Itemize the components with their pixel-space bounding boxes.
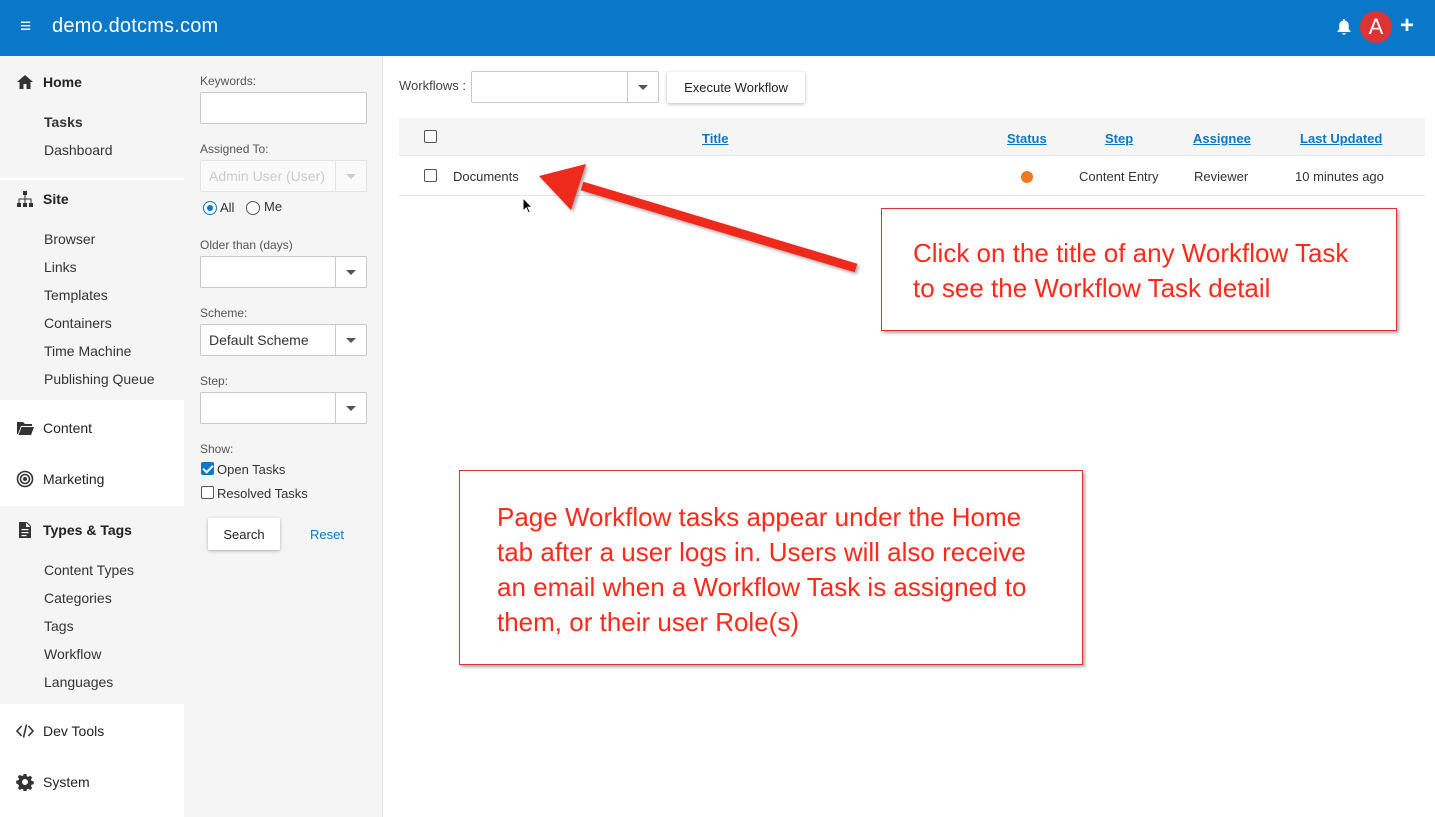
sidebar: Home Tasks Dashboard Site Browser Links … [0, 56, 184, 817]
sidebar-item-site[interactable]: Site [16, 187, 69, 211]
select-all-checkbox[interactable] [424, 130, 437, 143]
sidebar-item-types-tags[interactable]: Types & Tags [16, 518, 132, 542]
table-row[interactable]: Documents Content Entry Reviewer 10 minu… [399, 157, 1425, 196]
radio-all[interactable] [203, 201, 217, 215]
execute-workflow-button[interactable]: Execute Workflow [667, 72, 805, 103]
status-dot [1021, 171, 1033, 183]
workflows-select[interactable] [471, 71, 659, 103]
keywords-label: Keywords: [200, 74, 257, 88]
sidebar-item-label: Home [43, 74, 82, 90]
filter-panel: Keywords: Assigned To: Admin User (User)… [184, 56, 383, 817]
sidebar-item-containers[interactable]: Containers [44, 315, 112, 331]
sidebar-item-dashboard[interactable]: Dashboard [44, 142, 113, 158]
older-than-select[interactable] [200, 256, 367, 288]
task-title[interactable]: Documents [453, 169, 519, 184]
code-icon [16, 724, 34, 738]
chevron-down-icon [335, 393, 366, 423]
gear-icon [16, 774, 34, 791]
chevron-down-icon [335, 325, 366, 355]
resolved-tasks-checkbox[interactable] [201, 486, 214, 499]
radio-me[interactable] [246, 201, 260, 215]
chevron-down-icon [627, 72, 658, 102]
scheme-select[interactable]: Default Scheme [200, 324, 367, 356]
sidebar-item-workflow[interactable]: Workflow [44, 646, 101, 662]
sidebar-item-home[interactable]: Home [16, 70, 82, 94]
callout-home-tab-note: Page Workflow tasks appear under the Hom… [459, 470, 1083, 665]
sidebar-item-label: Content [43, 420, 93, 436]
sidebar-item-categories[interactable]: Categories [44, 590, 112, 606]
scheme-label: Scheme: [200, 306, 248, 320]
sidebar-item-label: Site [43, 191, 69, 207]
search-button[interactable]: Search [208, 518, 280, 550]
target-icon [16, 470, 34, 488]
row-checkbox[interactable] [424, 169, 437, 182]
sidebar-item-time-machine[interactable]: Time Machine [44, 343, 131, 359]
sidebar-item-marketing[interactable]: Marketing [16, 467, 104, 491]
sidebar-item-label: Marketing [43, 471, 105, 487]
sidebar-item-tags[interactable]: Tags [44, 618, 74, 634]
table-header: Title Status Step Assignee Last Updated [399, 118, 1425, 156]
older-than-label: Older than (days) [200, 238, 293, 252]
folder-icon [17, 422, 34, 435]
callout-title-hint: Click on the title of any Workflow Task … [881, 208, 1397, 331]
sidebar-item-languages[interactable]: Languages [44, 674, 113, 690]
column-last-updated[interactable]: Last Updated [1300, 131, 1382, 146]
task-last-updated: 10 minutes ago [1295, 169, 1384, 184]
sidebar-item-publishing-queue[interactable]: Publishing Queue [44, 371, 155, 387]
assigned-to-value: Admin User (User) [209, 168, 325, 184]
assigned-to-label: Assigned To: [200, 142, 269, 156]
plus-icon[interactable]: + [1400, 12, 1414, 40]
resolved-tasks-label: Resolved Tasks [217, 486, 308, 501]
sidebar-item-tasks[interactable]: Tasks [44, 114, 83, 130]
keywords-input[interactable] [200, 92, 367, 124]
sidebar-item-system[interactable]: System [16, 770, 90, 794]
open-tasks-checkbox[interactable] [201, 462, 214, 475]
avatar[interactable]: A [1360, 11, 1392, 43]
sitemap-icon [17, 191, 33, 207]
bell-icon[interactable] [1336, 18, 1352, 36]
sidebar-item-label: System [43, 774, 90, 790]
column-status[interactable]: Status [1007, 131, 1047, 146]
sidebar-item-content[interactable]: Content [16, 416, 92, 440]
sidebar-item-templates[interactable]: Templates [44, 287, 108, 303]
task-step: Content Entry [1079, 169, 1159, 184]
sidebar-item-label: Dev Tools [43, 723, 105, 739]
column-assignee[interactable]: Assignee [1193, 131, 1251, 146]
radio-all-label: All [220, 200, 235, 215]
scheme-value: Default Scheme [209, 332, 309, 348]
radio-me-label: Me [264, 199, 283, 214]
step-select[interactable] [200, 392, 367, 424]
top-bar: ≡ demo.dotcms.com A + [0, 0, 1435, 56]
task-assignee: Reviewer [1194, 169, 1249, 184]
chevron-down-icon [335, 161, 366, 191]
sidebar-item-browser[interactable]: Browser [44, 231, 95, 247]
site-name[interactable]: demo.dotcms.com [52, 15, 218, 38]
sidebar-item-content-types[interactable]: Content Types [44, 562, 134, 578]
assigned-to-select[interactable]: Admin User (User) [200, 160, 367, 192]
home-icon [17, 75, 33, 89]
open-tasks-label: Open Tasks [217, 462, 286, 477]
column-title[interactable]: Title [702, 131, 729, 146]
column-step[interactable]: Step [1105, 131, 1133, 146]
step-label: Step: [200, 374, 229, 388]
menu-icon[interactable]: ≡ [20, 17, 31, 37]
workflows-label: Workflows : [399, 78, 466, 93]
sidebar-item-label: Types & Tags [43, 522, 132, 538]
reset-link[interactable]: Reset [310, 527, 344, 542]
sidebar-item-links[interactable]: Links [44, 259, 77, 275]
chevron-down-icon [335, 257, 366, 287]
mouse-cursor-icon [522, 197, 534, 214]
file-icon [19, 522, 31, 538]
show-label: Show: [200, 442, 234, 456]
sidebar-item-dev-tools[interactable]: Dev Tools [16, 719, 104, 743]
